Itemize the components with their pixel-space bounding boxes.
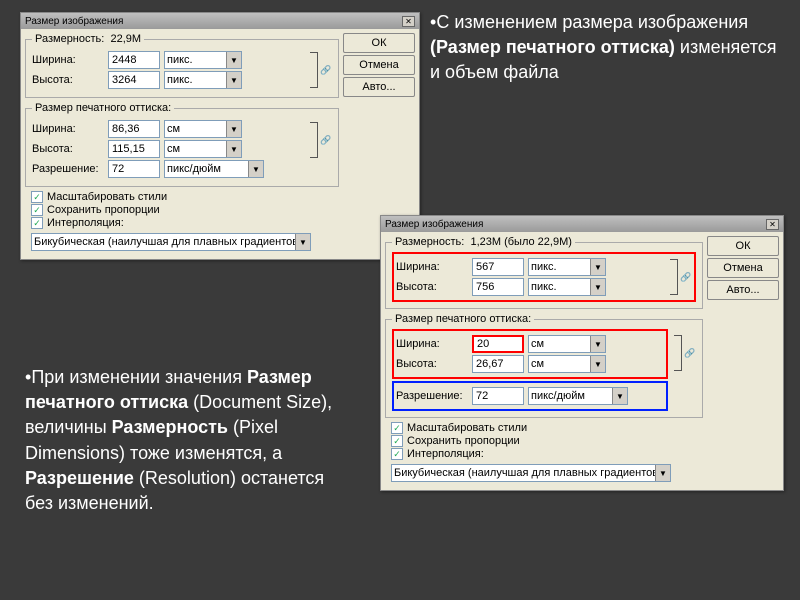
resolution-label: Разрешение: [32, 163, 104, 175]
interpolation-method-select[interactable]: Бикубическая (наилучшая для плавных град… [391, 464, 671, 482]
width-label: Ширина: [396, 261, 468, 273]
link-icon: 🔗 [680, 271, 692, 283]
width-unit-select[interactable]: пикс.▼ [164, 51, 242, 69]
document-size-group: Размер печатного оттиска: Ширина: см▼ Вы… [25, 102, 339, 187]
height-label: Высота: [396, 281, 468, 293]
print-width-input[interactable] [108, 120, 160, 138]
chevron-down-icon: ▼ [226, 121, 241, 137]
link-icon: 🔗 [684, 347, 696, 359]
document-size-group: Размер печатного оттиска: Ширина: см▼ Вы… [385, 313, 703, 418]
height-label: Высота: [32, 74, 104, 86]
link-icon: 🔗 [320, 134, 332, 146]
chevron-down-icon: ▼ [590, 279, 605, 295]
interpolation-checkbox[interactable]: ✓ [391, 448, 403, 460]
highlight-blue-resolution: Разрешение: пикс/дюйм▼ [392, 381, 668, 411]
print-height-label: Высота: [396, 358, 468, 370]
width-unit-select[interactable]: пикс.▼ [528, 258, 606, 276]
ok-button[interactable]: ОК [343, 33, 415, 53]
height-input[interactable] [108, 71, 160, 89]
annotation-top: •С изменением размера изображения (Разме… [430, 10, 780, 86]
dialog-title: Размер изображения [385, 219, 483, 230]
auto-button[interactable]: Авто... [343, 77, 415, 97]
constrain-checkbox[interactable]: ✓ [391, 435, 403, 447]
file-size: 1,23M (было 22,9M) [470, 236, 571, 248]
resolution-unit-select[interactable]: пикс/дюйм▼ [528, 387, 628, 405]
pixel-dimensions-group: Размерность: 1,23M (было 22,9M) Ширина: … [385, 236, 703, 309]
dialog-titlebar[interactable]: Размер изображения ✕ [381, 216, 783, 232]
chevron-down-icon: ▼ [248, 161, 263, 177]
image-size-dialog-1: Размер изображения ✕ Размерность: 22,9M … [20, 12, 420, 260]
scale-styles-checkbox[interactable]: ✓ [391, 422, 403, 434]
print-height-input[interactable] [108, 140, 160, 158]
print-height-unit-select[interactable]: см▼ [164, 140, 242, 158]
width-label: Ширина: [32, 54, 104, 66]
height-unit-select[interactable]: пикс.▼ [528, 278, 606, 296]
cancel-button[interactable]: Отмена [343, 55, 415, 75]
dimensions-legend: Размерность: [395, 236, 464, 248]
constrain-label: Сохранить пропорции [407, 435, 520, 447]
width-input[interactable] [472, 258, 524, 276]
interpolation-method-select[interactable]: Бикубическая (наилучшая для плавных град… [31, 233, 311, 251]
print-height-input[interactable] [472, 355, 524, 373]
chevron-down-icon: ▼ [590, 336, 605, 352]
chevron-down-icon: ▼ [655, 465, 670, 481]
dimensions-legend: Размерность: [35, 33, 104, 45]
print-width-unit-select[interactable]: см▼ [528, 335, 606, 353]
print-legend: Размер печатного оттиска: [392, 313, 534, 325]
constrain-checkbox[interactable]: ✓ [31, 204, 43, 216]
chevron-down-icon: ▼ [226, 72, 241, 88]
pixel-dimensions-group: Размерность: 22,9M Ширина: пикс.▼ Высота… [25, 33, 339, 98]
chevron-down-icon: ▼ [226, 141, 241, 157]
chevron-down-icon: ▼ [590, 259, 605, 275]
resolution-unit-select[interactable]: пикс/дюйм▼ [164, 160, 264, 178]
width-input[interactable] [108, 51, 160, 69]
dialog-titlebar[interactable]: Размер изображения ✕ [21, 13, 419, 29]
chevron-down-icon: ▼ [295, 234, 310, 250]
image-size-dialog-2: Размер изображения ✕ Размерность: 1,23M … [380, 215, 784, 491]
print-width-label: Ширина: [32, 123, 104, 135]
interpolation-checkbox[interactable]: ✓ [31, 217, 43, 229]
close-icon[interactable]: ✕ [402, 16, 415, 27]
chevron-down-icon: ▼ [226, 52, 241, 68]
resolution-input[interactable] [472, 387, 524, 405]
dialog-title: Размер изображения [25, 16, 123, 27]
scale-styles-checkbox[interactable]: ✓ [31, 191, 43, 203]
interpolation-label: Интерполяция: [47, 217, 124, 229]
print-height-unit-select[interactable]: см▼ [528, 355, 606, 373]
print-legend: Размер печатного оттиска: [32, 102, 174, 114]
height-input[interactable] [472, 278, 524, 296]
print-width-label: Ширина: [396, 338, 468, 350]
ok-button[interactable]: ОК [707, 236, 779, 256]
auto-button[interactable]: Авто... [707, 280, 779, 300]
annotation-bottom: •При изменении значения Размер печатного… [25, 365, 355, 516]
print-width-input[interactable] [472, 335, 524, 353]
resolution-input[interactable] [108, 160, 160, 178]
close-icon[interactable]: ✕ [766, 219, 779, 230]
resolution-label: Разрешение: [396, 390, 468, 402]
print-height-label: Высота: [32, 143, 104, 155]
chevron-down-icon: ▼ [612, 388, 627, 404]
constrain-label: Сохранить пропорции [47, 204, 160, 216]
chevron-down-icon: ▼ [590, 356, 605, 372]
print-width-unit-select[interactable]: см▼ [164, 120, 242, 138]
interpolation-label: Интерполяция: [407, 448, 484, 460]
link-icon: 🔗 [320, 64, 332, 76]
height-unit-select[interactable]: пикс.▼ [164, 71, 242, 89]
scale-styles-label: Масштабировать стили [407, 422, 527, 434]
file-size: 22,9M [110, 33, 141, 45]
highlight-red-printsize: Ширина: см▼ Высота: см▼ [392, 329, 668, 379]
highlight-red-dimensions: Ширина: пикс.▼ Высота: пикс.▼ 🔗 [392, 252, 696, 302]
cancel-button[interactable]: Отмена [707, 258, 779, 278]
scale-styles-label: Масштабировать стили [47, 191, 167, 203]
